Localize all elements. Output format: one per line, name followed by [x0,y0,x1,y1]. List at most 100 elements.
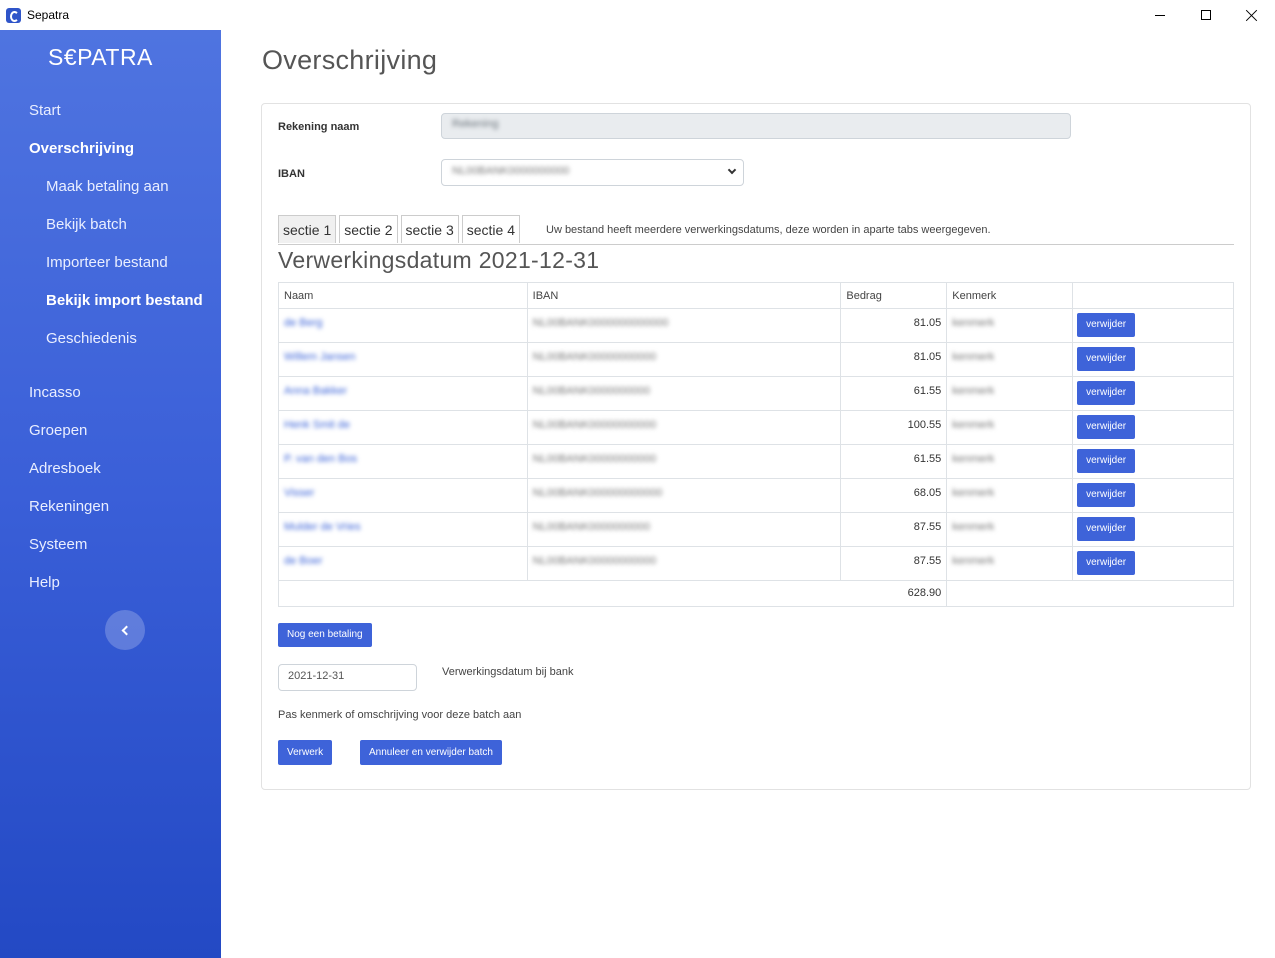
sidebar-item-incasso[interactable]: Incasso [29,384,81,401]
sidebar-item-groepen[interactable]: Groepen [29,422,87,439]
section-title: Verwerkingsdatum 2021-12-31 [278,247,600,273]
row-name-link[interactable]: Anna Bakker [284,385,347,397]
row-amount: 81.05 [840,342,948,377]
iban-select-value: NL00BANK0000000000 [452,165,570,177]
row-iban: NL00BANK00000000000 [532,419,657,431]
sidebar-item-maak-betaling-aan[interactable]: Maak betaling aan [46,178,169,195]
maximize-icon [1201,10,1211,20]
col-header-actions [1072,282,1234,309]
row-reference: kenmerk [952,487,995,499]
account-name-field: Rekening [441,113,1071,139]
minimize-icon [1155,14,1165,16]
tab-sectie-3[interactable]: sectie 3 [400,215,459,243]
row-reference: kenmerk [952,317,995,329]
col-header-iban: IBAN [526,282,842,309]
table-row: Visser NL00BANK000000000000 68.05 kenmer… [278,478,1234,513]
sidebar-item-help[interactable]: Help [29,574,60,591]
table-row: Willem Jansen NL00BANK00000000000 81.05 … [278,342,1234,377]
col-header-naam: Naam [278,282,528,309]
table-row: Henk Smit de NL00BANK00000000000 100.55 … [278,410,1234,445]
row-iban: NL00BANK00000000000 [532,351,657,363]
delete-row-button[interactable]: verwijder [1077,551,1136,575]
total-amount: 628.90 [277,580,948,607]
delete-row-button[interactable]: verwijder [1077,381,1136,405]
row-reference: kenmerk [952,555,995,567]
row-reference: kenmerk [952,453,995,465]
sidebar-item-rekeningen[interactable]: Rekeningen [29,498,109,515]
sidebar-item-bekijk-batch[interactable]: Bekijk batch [46,216,127,233]
col-header-kenmerk: Kenmerk [946,282,1074,309]
row-iban: NL00BANK0000000000000 [532,317,669,329]
section-tabs: sectie 1 sectie 2 sectie 3 sectie 4 [278,215,523,243]
process-button[interactable]: Verwerk [278,740,333,765]
row-name-link[interactable]: Henk Smit de [284,419,350,431]
window-titlebar: Sepatra [0,0,1275,30]
table-row: P. van den Bos NL00BANK00000000000 61.55… [278,444,1234,479]
row-iban: NL00BANK0000000000 [532,385,651,397]
brand-logo: S€PATRA [48,44,153,70]
row-reference: kenmerk [952,419,995,431]
row-reference: kenmerk [952,351,995,363]
table-row: Mulder de Vries NL00BANK0000000000 87.55… [278,512,1234,547]
tabs-divider [278,244,1234,245]
row-amount: 81.05 [840,308,948,343]
cancel-delete-batch-button[interactable]: Annuleer en verwijder batch [360,740,502,765]
processing-date-label: Verwerkingsdatum bij bank [442,666,574,678]
account-name-label: Rekening naam [278,121,360,133]
window-title: Sepatra [27,8,70,22]
row-amount: 87.55 [840,546,948,581]
row-name-link[interactable]: P. van den Bos [284,453,357,465]
delete-row-button[interactable]: verwijder [1077,483,1136,507]
row-name-link[interactable]: de Berg [284,317,323,329]
row-name-link[interactable]: Visser [284,487,314,499]
tabs-note: Uw bestand heeft meerdere verwerkingsdat… [546,224,991,236]
window-controls [1137,0,1275,30]
table-row: de Boer NL00BANK00000000000 87.55 kenmer… [278,546,1234,581]
maximize-button[interactable] [1183,0,1229,30]
tab-sectie-4[interactable]: sectie 4 [461,215,520,243]
transactions-table: Naam IBAN Bedrag Kenmerk de Berg NL00BAN… [277,282,1234,607]
row-iban: NL00BANK000000000000 [532,487,663,499]
sidebar-item-overschrijving[interactable]: Overschrijving [29,140,134,157]
sidebar: S€PATRA Start Overschrijving Maak betali… [0,30,221,958]
processing-date-input[interactable]: 2021-12-31 [278,664,417,691]
row-name-link[interactable]: Willem Jansen [284,351,356,363]
delete-row-button[interactable]: verwijder [1077,415,1136,439]
iban-label: IBAN [278,168,305,180]
app-icon [6,7,21,23]
delete-row-button[interactable]: verwijder [1077,347,1136,371]
sidebar-item-start[interactable]: Start [29,102,61,119]
delete-row-button[interactable]: verwijder [1077,449,1136,473]
row-iban: NL00BANK00000000000 [532,453,657,465]
close-button[interactable] [1229,0,1275,30]
sidebar-item-adresboek[interactable]: Adresboek [29,460,101,477]
row-amount: 61.55 [840,444,948,479]
tab-sectie-1[interactable]: sectie 1 [278,215,337,243]
row-amount: 87.55 [840,512,948,547]
row-iban: NL00BANK00000000000 [532,555,657,567]
sidebar-item-bekijk-import-bestand[interactable]: Bekijk import bestand [46,292,203,309]
adjust-batch-link[interactable]: Pas kenmerk of omschrijving voor deze ba… [278,709,521,721]
chevron-down-icon [727,165,737,175]
sidebar-collapse-button[interactable] [105,610,145,650]
delete-row-button[interactable]: verwijder [1077,313,1136,337]
add-payment-button[interactable]: Nog een betaling [278,623,372,647]
table-header-row: Naam IBAN Bedrag Kenmerk [278,282,1234,309]
table-total-row: 628.90 [277,580,1234,607]
row-name-link[interactable]: Mulder de Vries [284,521,361,533]
iban-select[interactable]: NL00BANK0000000000 [441,159,744,186]
sidebar-item-geschiedenis[interactable]: Geschiedenis [46,330,137,347]
row-amount: 100.55 [840,410,948,445]
row-reference: kenmerk [952,521,995,533]
minimize-button[interactable] [1137,0,1183,30]
row-iban: NL00BANK0000000000 [532,521,651,533]
sidebar-item-systeem[interactable]: Systeem [29,536,87,553]
sidebar-item-importeer-bestand[interactable]: Importeer bestand [46,254,168,271]
account-name-value: Rekening [452,118,499,130]
col-header-bedrag: Bedrag [840,282,948,309]
row-name-link[interactable]: de Boer [284,555,323,567]
chevron-left-icon [121,625,132,635]
row-reference: kenmerk [952,385,995,397]
tab-sectie-2[interactable]: sectie 2 [339,215,398,243]
delete-row-button[interactable]: verwijder [1077,517,1136,541]
